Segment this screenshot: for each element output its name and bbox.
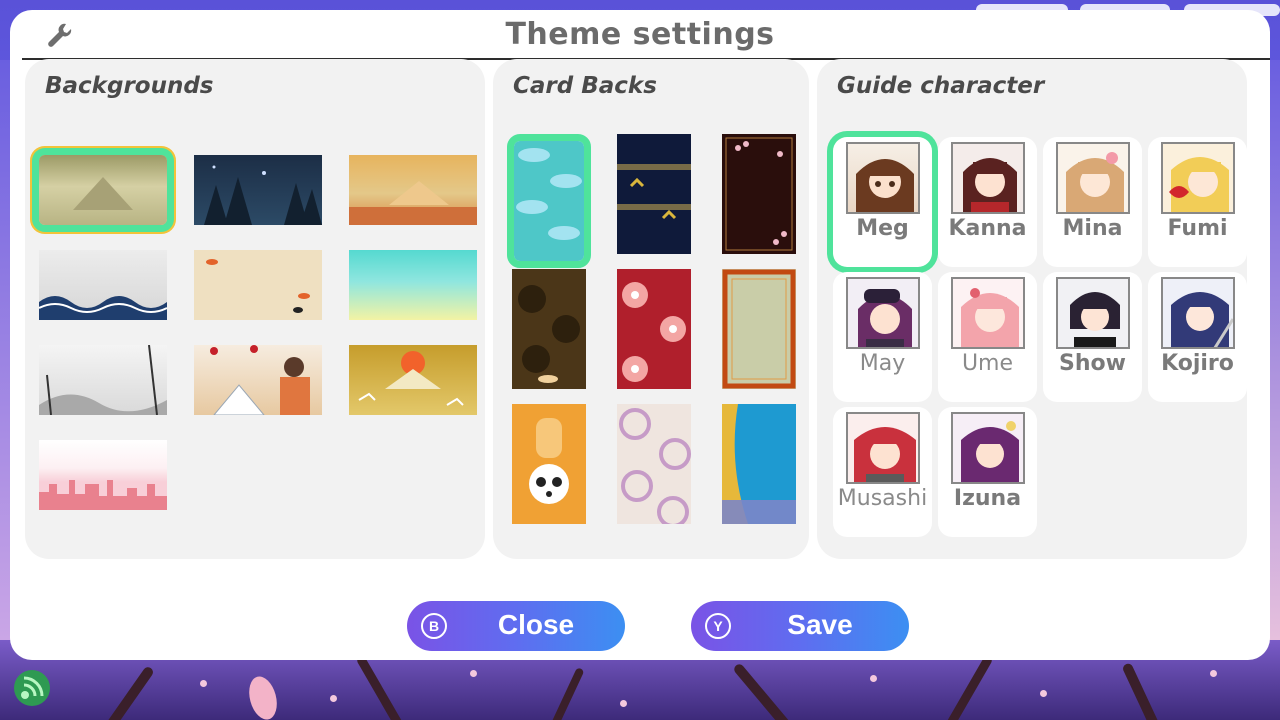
character-name: Kojiro [1161,351,1234,376]
character-name: Kanna [948,216,1027,241]
background-option-autumn-fuji[interactable] [349,155,477,225]
character-card-izuna[interactable]: Izuna [938,407,1037,537]
b-button-icon: B [421,613,447,639]
background-option-waves[interactable] [39,250,167,320]
avatar-ume [951,277,1025,349]
background-option-koi[interactable] [194,250,322,320]
character-card-fumi[interactable]: Fumi [1148,137,1247,267]
card-back-option-bamboo-frame[interactable] [722,269,796,389]
y-button-icon: Y [705,613,731,639]
character-name: Ume [961,351,1014,376]
guide-character-section: Guide character Meg Kanna Mina Fumi May … [817,59,1247,559]
character-name: Mina [1062,216,1123,241]
avatar-musashi [846,412,920,484]
backgrounds-section: Backgrounds [25,59,485,559]
card-backs-section: Card Backs [493,59,809,559]
page-title: Theme settings [505,17,775,52]
character-card-musashi[interactable]: Musashi [833,407,932,537]
backgrounds-title: Backgrounds [45,73,214,99]
card-back-option-navy-birds[interactable] [617,134,691,254]
character-card-kanna[interactable]: Kanna [938,137,1037,267]
save-button-label: Save [787,609,853,640]
background-option-fuji-gold[interactable] [39,155,167,225]
character-card-show[interactable]: Show [1043,272,1142,402]
card-back-option-dark-blossom[interactable] [722,134,796,254]
avatar-fumi [1161,142,1235,214]
card-back-option-red-sakura[interactable] [617,269,691,389]
character-name: Izuna [953,486,1022,511]
character-card-meg[interactable]: Meg [833,137,932,267]
avatar-kojiro [1161,277,1235,349]
background-option-city-skyline[interactable] [39,440,167,510]
background-option-geisha[interactable] [194,345,322,415]
close-button-label: Close [497,609,575,640]
character-name: Musashi [837,486,928,511]
character-card-ume[interactable]: Ume [938,272,1037,402]
avatar-kanna [951,142,1025,214]
theme-settings-panel: Theme settings Backgrounds Card Backs Gu… [10,10,1270,660]
avatar-izuna [951,412,1025,484]
avatar-mina [1056,142,1130,214]
character-name: Show [1059,351,1126,376]
card-back-option-panda-orange[interactable] [512,404,586,524]
background-option-teal-gradient[interactable] [349,250,477,320]
character-name: May [859,351,906,376]
card-back-option-lilac-swirls[interactable] [617,404,691,524]
avatar-may [846,277,920,349]
background-option-ink-bamboo[interactable] [39,345,167,415]
character-card-kojiro[interactable]: Kojiro [1148,272,1247,402]
card-back-option-brown-clouds[interactable] [512,269,586,389]
avatar-meg [846,142,920,214]
character-card-may[interactable]: May [833,272,932,402]
background-option-night-forest[interactable] [194,155,322,225]
card-back-option-blue-wave[interactable] [722,404,796,524]
guide-character-title: Guide character [837,73,1045,99]
character-name: Meg [856,216,909,241]
character-card-mina[interactable]: Mina [1043,137,1142,267]
close-button[interactable]: B Close [407,601,625,651]
avatar-show [1056,277,1130,349]
card-back-option-clouds-teal[interactable] [507,134,591,268]
character-name: Fumi [1167,216,1228,241]
card-backs-title: Card Backs [513,73,657,99]
connection-signal-icon [14,670,50,706]
save-button[interactable]: Y Save [691,601,909,651]
background-option-golden-sunrise[interactable] [349,345,477,415]
